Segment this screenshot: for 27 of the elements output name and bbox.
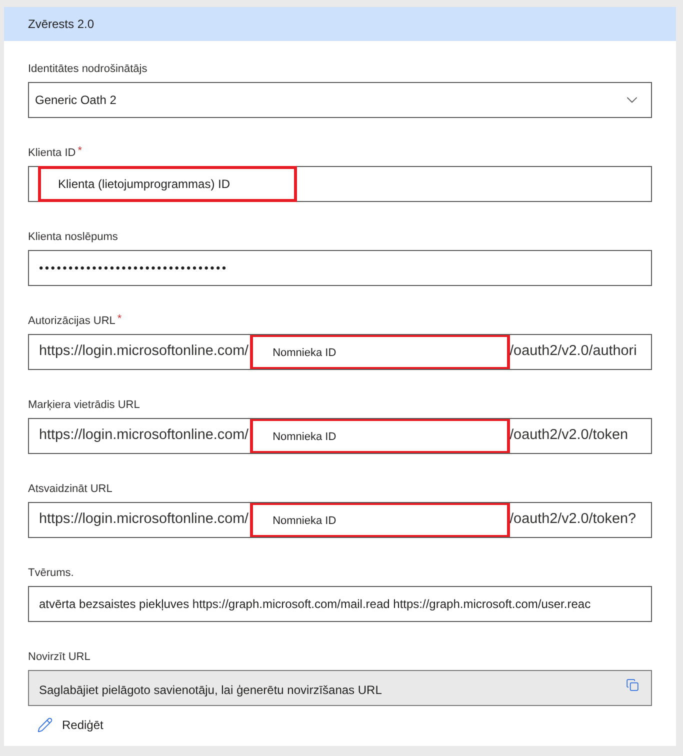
required-asterisk: * bbox=[78, 145, 82, 157]
highlight-annotation: Nomnieka ID bbox=[250, 335, 510, 369]
field-label: Novirzīt URL bbox=[28, 650, 90, 665]
input-field[interactable]: atvērta bezsaistes piekļuves https://graph.microsoft.com/mail.read https://graph.microsoft.com/user.reac bbox=[28, 586, 652, 622]
password-field[interactable]: •••••••••••••••••••••••••••••••• bbox=[28, 250, 652, 286]
field-label: Identitātes nodrošinātājs bbox=[28, 62, 148, 77]
copy-button[interactable] bbox=[626, 677, 639, 693]
field-label: Marķiera vietrādis URL bbox=[28, 398, 140, 413]
field-label: Klienta ID bbox=[28, 146, 76, 161]
dropdown[interactable]: Generic Oath 2 bbox=[28, 82, 652, 118]
url-text: https://login.microsoftonline.com/ bbox=[39, 342, 249, 362]
edit-button[interactable]: Rediģēt bbox=[35, 714, 106, 736]
field-value: Saglabājiet pielāgoto savienotāju, lai ģenerētu novirzīšanas URL bbox=[39, 682, 382, 698]
highlight-annotation: Nomnieka ID bbox=[250, 419, 510, 453]
field-label: Tvērums. bbox=[28, 566, 74, 581]
highlight-annotation: Nomnieka ID bbox=[250, 503, 510, 537]
field-label: Atsvaidzināt URL bbox=[28, 482, 112, 497]
pencil-icon bbox=[37, 717, 53, 733]
required-asterisk: * bbox=[117, 313, 122, 325]
url-text: https://login.microsoftonline.com/ bbox=[39, 426, 249, 446]
field-label: Klienta noslēpums bbox=[28, 230, 118, 245]
field-label: Autorizācijas URL bbox=[28, 314, 116, 329]
copy-icon bbox=[626, 677, 639, 693]
section-title: Zvērests 2.0 bbox=[28, 16, 94, 33]
url-text: https://login.microsoftonline.com/ bbox=[39, 510, 249, 530]
input-field[interactable]: Klienta (lietojumprogrammas) ID bbox=[28, 166, 652, 202]
highlight-annotation: Klienta (lietojumprogrammas) ID bbox=[38, 166, 297, 202]
